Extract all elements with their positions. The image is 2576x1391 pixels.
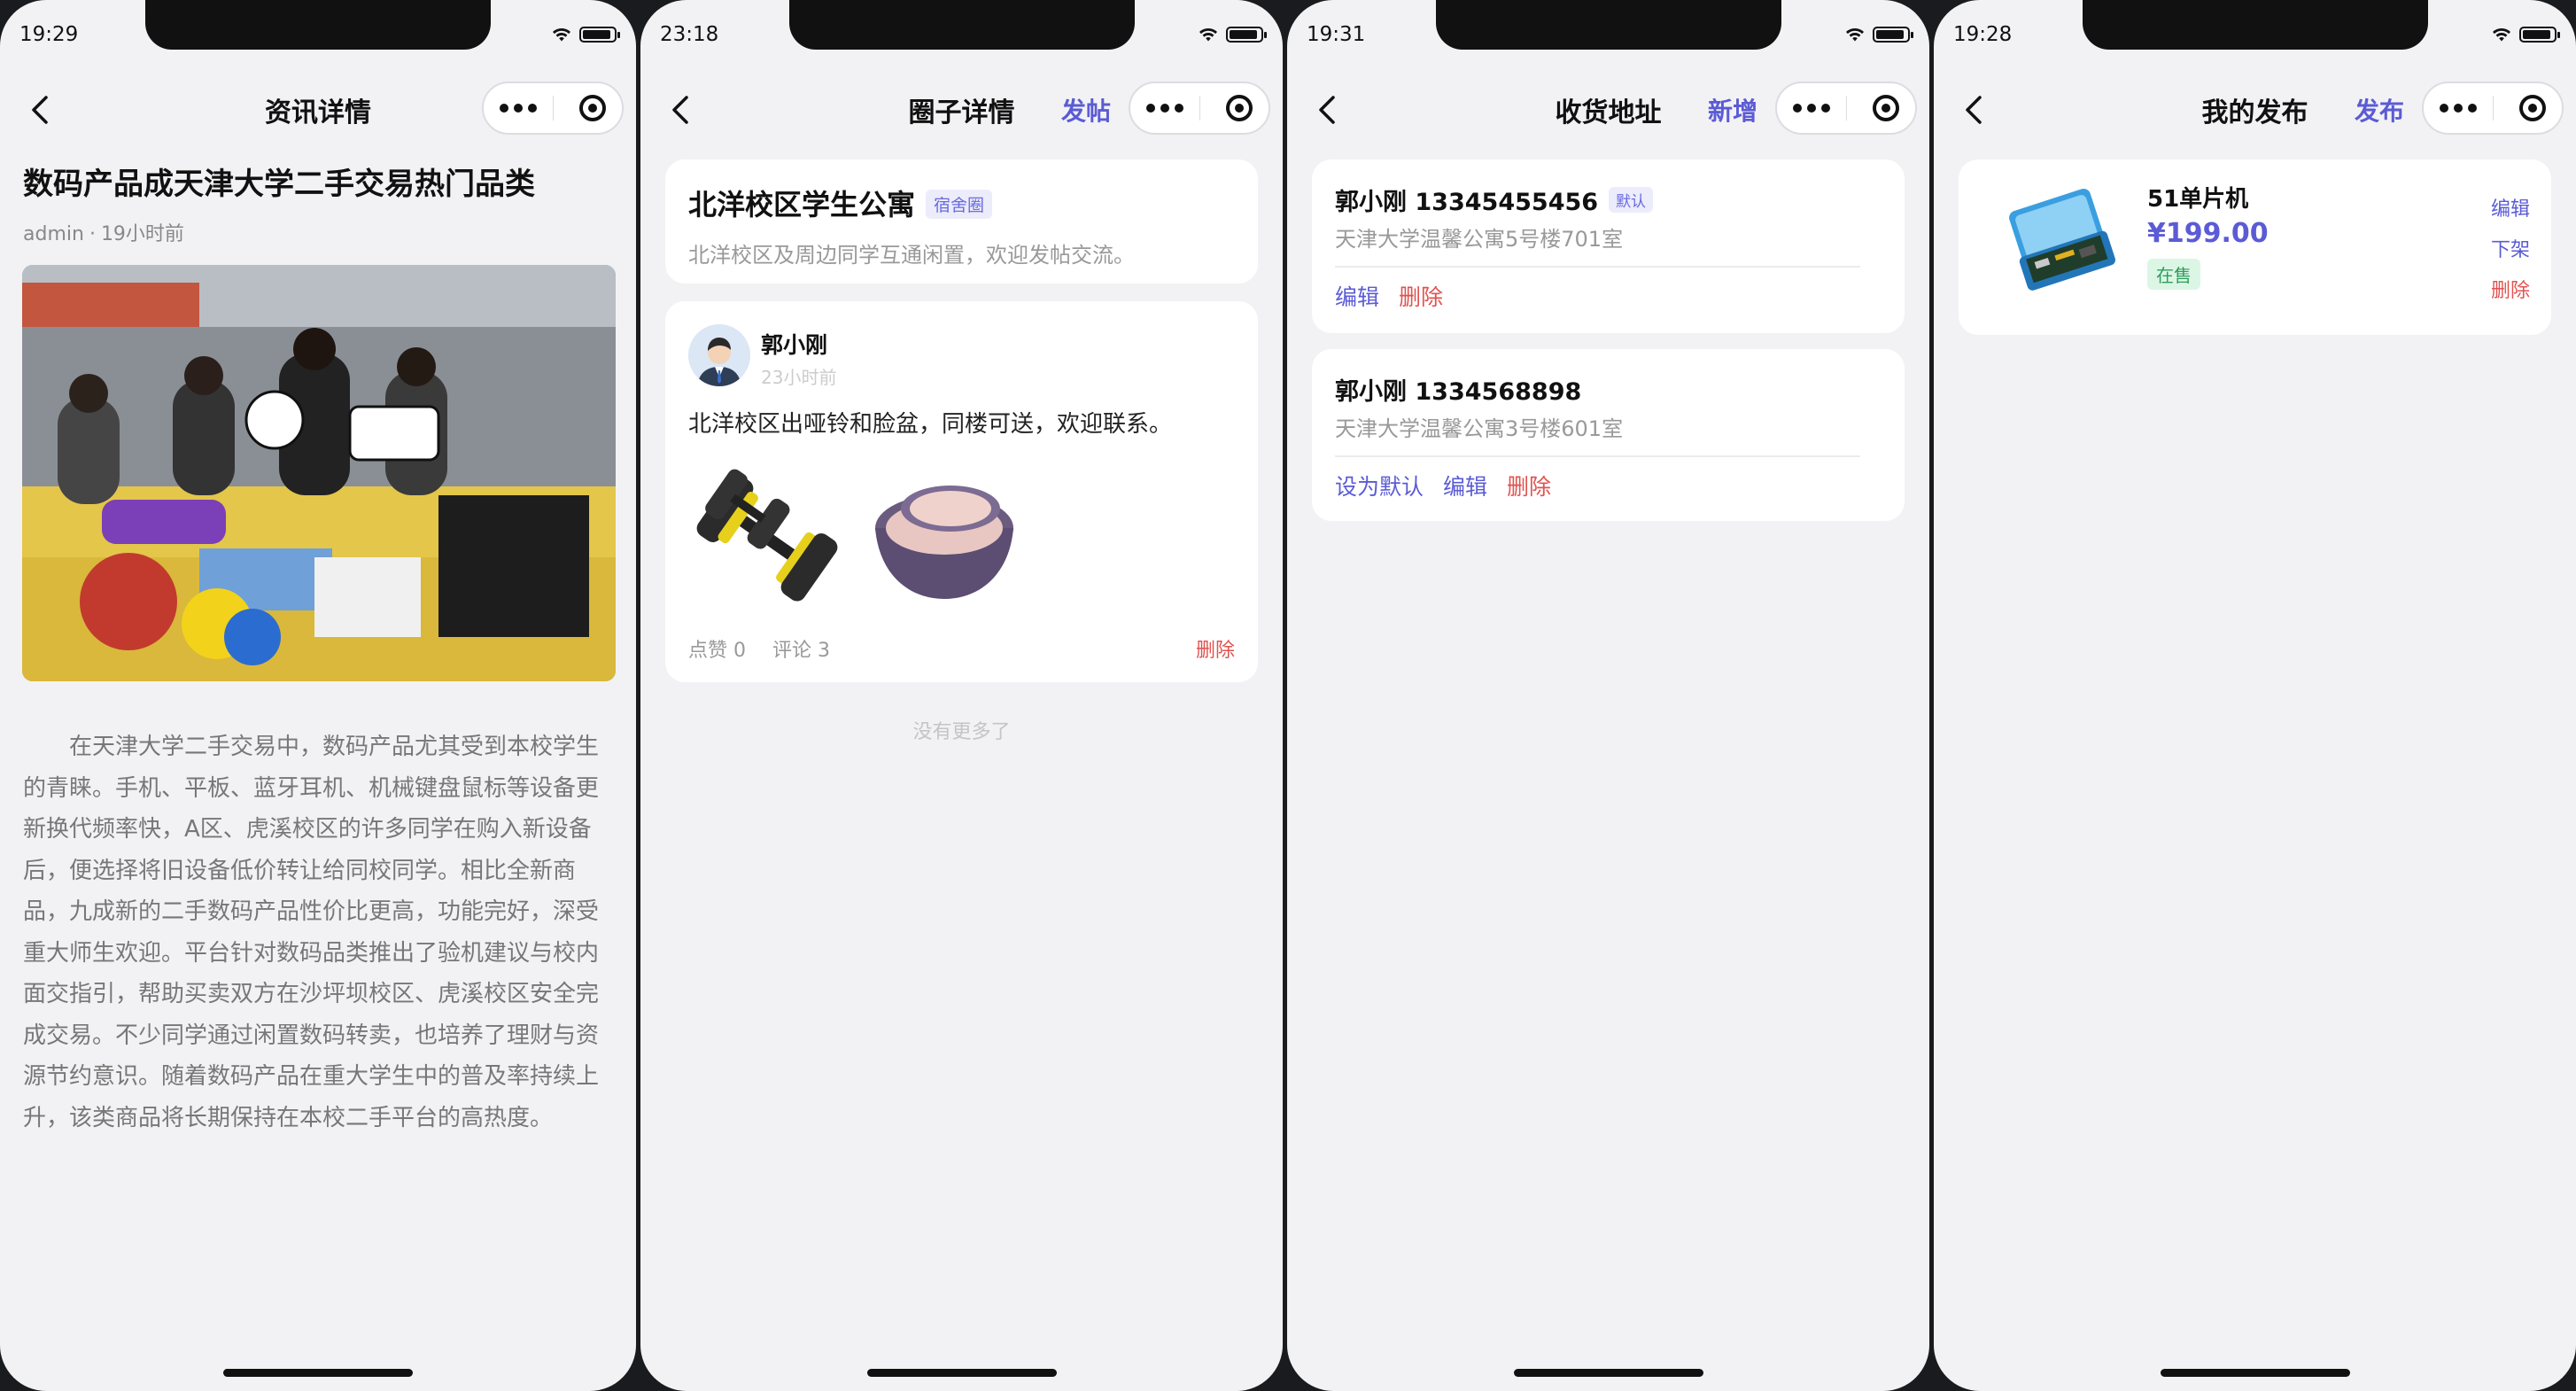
delete-product-button[interactable]: 删除 [2491, 275, 2530, 303]
back-arrow-icon[interactable] [1310, 92, 1346, 128]
article-meta: admin · 19小时前 [23, 218, 184, 246]
status-icons [551, 27, 620, 43]
status-time: 19:28 [1953, 23, 2013, 46]
product-price: ¥199.00 [2147, 218, 2269, 249]
delete-address-button[interactable]: 删除 [1399, 284, 1443, 310]
more-dots-icon[interactable] [1130, 83, 1199, 133]
status-time: 19:31 [1307, 23, 1366, 46]
new-post-button[interactable]: 发帖 [1061, 92, 1111, 128]
more-dots-icon[interactable] [1777, 83, 1846, 133]
back-arrow-icon[interactable] [1957, 92, 1992, 128]
address-detail: 天津大学温馨公寓3号楼601室 [1335, 416, 1624, 441]
nav-bar: 圈子详情 发帖 [640, 78, 1283, 140]
set-default-button[interactable]: 设为默认 [1335, 474, 1424, 500]
back-arrow-icon[interactable] [23, 92, 58, 128]
wifi-icon [553, 27, 570, 42]
wifi-icon [1846, 27, 1864, 42]
default-badge: 默认 [1609, 187, 1654, 213]
notch [788, 0, 1135, 50]
article-time: 19小时前 [100, 223, 184, 245]
divider [1335, 266, 1860, 268]
close-target-icon[interactable] [579, 95, 606, 121]
phone-news-detail: 19:29 资讯详情 数码产品成天津大学二手交易热门品类 admin · 19小时前 [0, 0, 636, 1391]
edit-address-button[interactable]: 编辑 [1335, 284, 1379, 310]
no-more-text: 没有更多了 [912, 721, 1011, 743]
article-body: 在天津大学二手交易中，数码产品尤其受到本校学生的青睐。手机、平板、蓝牙耳机、机械… [23, 734, 600, 1131]
post-author: 郭小刚 [761, 332, 828, 358]
home-indicator [2160, 1369, 2350, 1377]
battery-icon [1226, 27, 1267, 43]
notch [1435, 0, 1781, 50]
post-stats: 点赞 0 评论 3 [688, 634, 857, 663]
nav-bar: 我的发布 发布 [1934, 78, 2576, 140]
more-dots-icon[interactable] [484, 83, 553, 133]
close-target-icon[interactable] [2519, 95, 2546, 121]
status-icons [1844, 27, 1913, 43]
circle-info-card: 北洋校区学生公寓 宿舍圈 北洋校区及周边同学互通闲置，欢迎发帖交流。 [665, 159, 1258, 284]
battery-icon [1873, 27, 1913, 43]
battery-icon [579, 27, 620, 43]
home-indicator [223, 1369, 413, 1377]
delete-post-button[interactable]: 删除 [1196, 634, 1235, 663]
address-actions: 编辑 删除 [1335, 280, 1463, 312]
like-count[interactable]: 点赞 0 [688, 640, 746, 662]
post-text: 北洋校区出哑铃和脸盆，同楼可送，欢迎联系。 [688, 411, 1173, 438]
article-title: 数码产品成天津大学二手交易热门品类 [23, 167, 535, 202]
status-icons [1198, 27, 1267, 43]
phone-circle-detail: 23:18 圈子详情 发帖 北洋校区学生公寓 宿舍圈 北洋校区及周边同学互通闲置，… [640, 0, 1283, 1391]
back-arrow-icon[interactable] [663, 92, 699, 128]
close-target-icon[interactable] [1226, 95, 1253, 121]
product-image[interactable] [2001, 179, 2116, 294]
mini-program-capsule [2422, 82, 2564, 135]
article-image [22, 265, 616, 681]
delete-address-button[interactable]: 删除 [1507, 474, 1551, 500]
status-badge: 在售 [2147, 259, 2200, 290]
divider [1335, 455, 1860, 457]
address-card: 郭小刚 13345455456 默认 天津大学温馨公寓5号楼701室 编辑 删除 [1312, 159, 1905, 333]
mini-program-capsule [1775, 82, 1917, 135]
edit-product-button[interactable]: 编辑 [2491, 193, 2530, 221]
address-card: 郭小刚 1334568898 天津大学温馨公寓3号楼601室 设为默认 编辑 删除 [1312, 349, 1905, 521]
notch [2082, 0, 2428, 50]
address-actions: 设为默认 编辑 删除 [1335, 470, 1571, 501]
mini-program-capsule [482, 82, 624, 135]
address-name-phone: 郭小刚 1334568898 [1335, 378, 1582, 406]
post-card[interactable]: 郭小刚 23小时前 北洋校区出哑铃和脸盆，同楼可送，欢迎联系。 点赞 0 评论 … [665, 301, 1258, 682]
publish-button[interactable]: 发布 [2355, 92, 2404, 128]
circle-tag: 宿舍圈 [926, 190, 993, 219]
meta-separator: · [89, 223, 96, 245]
product-card[interactable]: 51单片机 ¥199.00 在售 编辑 下架 删除 [1959, 159, 2551, 335]
edit-address-button[interactable]: 编辑 [1443, 474, 1487, 500]
close-target-icon[interactable] [1873, 95, 1899, 121]
add-address-button[interactable]: 新增 [1708, 92, 1757, 128]
product-title: 51单片机 [2147, 186, 2249, 213]
mini-program-capsule [1129, 82, 1270, 135]
phone-shipping-address: 19:31 收货地址 新增 郭小刚 13345455456 默认 天津大学温馨公寓… [1287, 0, 1929, 1391]
post-image-dumbbell[interactable] [685, 455, 850, 620]
nav-bar: 收货地址 新增 [1287, 78, 1929, 140]
wifi-icon [1199, 27, 1217, 42]
notch [145, 0, 491, 50]
home-indicator [1513, 1369, 1703, 1377]
home-indicator [866, 1369, 1057, 1377]
post-image-washbasin[interactable] [862, 455, 1027, 620]
comment-count[interactable]: 评论 3 [772, 640, 830, 662]
post-time: 23小时前 [761, 367, 837, 388]
article-author: admin [23, 223, 84, 245]
status-time: 23:18 [660, 23, 719, 46]
more-dots-icon[interactable] [2424, 83, 2493, 133]
status-icons [2491, 27, 2560, 43]
phone-my-listings: 19:28 我的发布 发布 51单片机 ¥199.00 在售 编辑 下架 删除 [1934, 0, 2576, 1391]
nav-bar: 资讯详情 [0, 78, 636, 140]
circle-name: 北洋校区学生公寓 宿舍圈 [688, 183, 993, 223]
status-time: 19:29 [19, 23, 79, 46]
offshelf-button[interactable]: 下架 [2491, 234, 2530, 262]
circle-description: 北洋校区及周边同学互通闲置，欢迎发帖交流。 [688, 243, 1135, 268]
address-name-phone: 郭小刚 13345455456 默认 [1335, 183, 1654, 217]
address-detail: 天津大学温馨公寓5号楼701室 [1335, 227, 1624, 252]
avatar[interactable] [688, 324, 750, 386]
battery-icon [2519, 27, 2560, 43]
wifi-icon [2493, 27, 2510, 42]
